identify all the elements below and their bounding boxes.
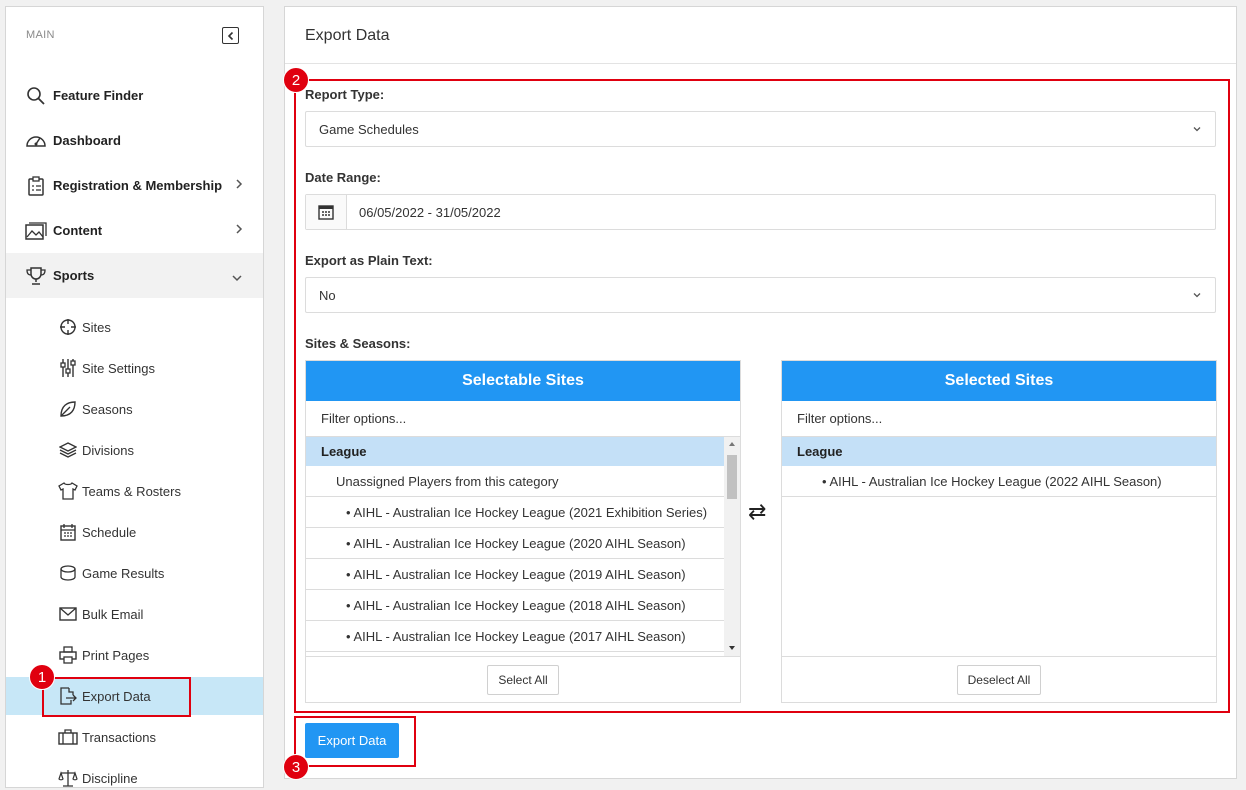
chevron-down-icon [231, 270, 243, 285]
leaf-icon [58, 399, 78, 419]
sidebar-item-label: Sports [53, 268, 95, 283]
annotation-badge-1: 1 [29, 664, 55, 690]
sidebar-item-seasons[interactable]: Seasons [6, 390, 263, 428]
sidebar-section-label: MAIN [26, 29, 55, 41]
sidebar-item-feature-finder[interactable]: Feature Finder [6, 73, 263, 118]
sidebar-item-label: Transactions [82, 729, 156, 745]
sidebar-item-label: Content [53, 223, 103, 238]
sidebar-item-label: Discipline [82, 770, 138, 786]
clipboard-icon [25, 175, 47, 197]
sidebar-item-label: Print Pages [82, 647, 150, 663]
sidebar-item-sites[interactable]: Sites [6, 308, 263, 346]
sidebar-item-label: Bulk Email [82, 606, 144, 622]
sidebar-item-label: Dashboard [53, 133, 121, 148]
sidebar-item-label: Game Results [82, 565, 165, 581]
sidebar-item-label: Seasons [82, 401, 133, 417]
sidebar-item-label: Site Settings [82, 360, 155, 376]
chevron-right-icon [235, 178, 243, 193]
header-divider [285, 63, 1236, 64]
sidebar-item-schedule[interactable]: Schedule [6, 513, 263, 551]
sidebar-item-bulk-email[interactable]: Bulk Email [6, 595, 263, 633]
annotation-box-3 [294, 716, 416, 767]
sidebar-item-label: Registration & Membership [53, 178, 223, 193]
sidebar-item-discipline[interactable]: Discipline [6, 759, 263, 787]
annotation-box-1 [42, 677, 191, 717]
layers-icon [58, 440, 78, 460]
collapse-sidebar-icon[interactable] [222, 27, 239, 44]
search-icon [25, 85, 47, 107]
annotation-box-2 [294, 79, 1230, 713]
sidebar-item-label: Schedule [82, 524, 137, 540]
database-icon [58, 563, 78, 583]
annotation-badge-3: 3 [283, 754, 309, 780]
envelope-icon [58, 604, 78, 624]
trophy-icon [25, 265, 47, 287]
sliders-icon [58, 358, 78, 378]
sidebar-item-label: Feature Finder [53, 88, 144, 103]
printer-icon [58, 645, 78, 665]
shirt-icon [58, 481, 78, 501]
image-icon [25, 220, 47, 242]
sidebar-item-label: Teams & Rosters [82, 483, 181, 499]
crosshair-icon [58, 317, 78, 337]
gauge-icon [25, 130, 47, 152]
sidebar-item-divisions[interactable]: Divisions [6, 431, 263, 469]
sidebar-item-sports[interactable]: Sports [6, 253, 263, 298]
sidebar-item-dashboard[interactable]: Dashboard [6, 118, 263, 163]
sidebar-item-teams-rosters[interactable]: Teams & Rosters [6, 472, 263, 510]
sidebar-item-content[interactable]: Content [6, 208, 263, 253]
sidebar-item-site-settings[interactable]: Site Settings [6, 349, 263, 387]
sidebar-item-label: Divisions [82, 442, 135, 458]
sidebar-item-transactions[interactable]: Transactions [6, 718, 263, 756]
sidebar-item-registration[interactable]: Registration & Membership [6, 163, 263, 208]
calendar-icon [58, 522, 78, 542]
annotation-badge-2: 2 [283, 67, 309, 93]
scales-icon [58, 768, 78, 787]
chevron-right-icon [235, 223, 243, 238]
briefcase-icon [58, 727, 78, 747]
sidebar-item-game-results[interactable]: Game Results [6, 554, 263, 592]
sidebar-item-label: Sites [82, 319, 111, 335]
page-title: Export Data [305, 27, 390, 44]
